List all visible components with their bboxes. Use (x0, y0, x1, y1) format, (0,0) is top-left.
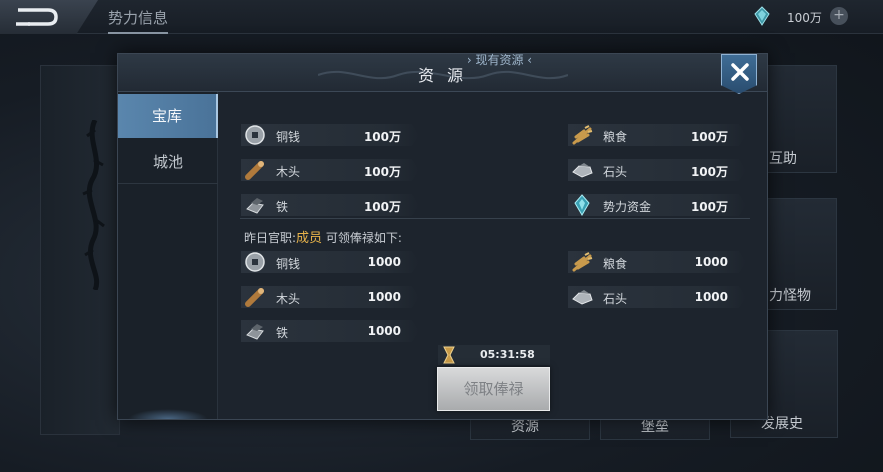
countdown-timer: 05:31:58 (480, 348, 535, 361)
wood-icon (245, 161, 264, 180)
resource-name: 石头 (603, 165, 628, 179)
salary-resource-grain: 粮食 1000 (568, 251, 746, 273)
resource-name: 势力资金 (603, 200, 652, 214)
resource-name: 铜钱 (276, 257, 301, 271)
salary-rank: 成员 (296, 231, 323, 246)
modal-sidebar: 宝库 城池 (118, 92, 218, 419)
back-button[interactable] (0, 0, 98, 34)
resource-value: 100万 (690, 130, 728, 144)
current-resource-faction-funds: 势力资金 100万 (568, 194, 746, 216)
background-vine-ornament (82, 120, 105, 290)
resource-value: 1000 (367, 290, 401, 304)
resource-value: 100万 (363, 165, 401, 179)
resource-value: 100万 (363, 130, 401, 144)
currency-amount: 100万 (787, 11, 822, 25)
salary-resource-iron: 铁 1000 (241, 320, 419, 342)
current-resource-grain: 粮食 100万 (568, 124, 746, 146)
salary-resource-stone: 石头 1000 (568, 286, 746, 308)
salary-caption-prefix: 昨日官职: (244, 231, 297, 245)
iron-icon (246, 198, 264, 214)
sidebar-glow (128, 409, 208, 419)
salary-resource-copper: 铜钱 1000 (241, 251, 419, 273)
salary-resource-wood: 木头 1000 (241, 286, 419, 308)
tab-treasury[interactable]: 宝库 (118, 94, 218, 138)
resource-value: 1000 (367, 324, 401, 338)
grain-icon (572, 252, 593, 272)
copper-coin-icon (245, 252, 265, 272)
salary-caption-suffix: 可领俸禄如下: (322, 231, 402, 245)
resource-name: 铁 (276, 200, 289, 214)
resource-value: 1000 (367, 255, 401, 269)
section-divider (240, 218, 750, 219)
hourglass-icon (443, 346, 455, 364)
page-title: 势力信息 (108, 7, 169, 34)
current-resources-title: › 现有资源 ‹ (466, 53, 533, 67)
resource-name: 木头 (276, 165, 301, 179)
resource-value: 1000 (694, 290, 728, 304)
resource-name: 粮食 (603, 130, 628, 144)
add-currency-button[interactable]: + (830, 7, 848, 25)
current-resource-stone: 石头 100万 (568, 159, 746, 181)
resource-value: 100万 (690, 200, 728, 214)
current-resource-wood: 木头 100万 (241, 159, 419, 181)
claim-salary-button[interactable]: 领取俸禄 (437, 367, 550, 411)
claim-countdown: 05:31:58 (438, 345, 550, 365)
resource-value: 100万 (363, 200, 401, 214)
background-card-mutual-aid[interactable]: 互助 (765, 65, 837, 173)
resource-value: 100万 (690, 165, 728, 179)
resource-name: 木头 (276, 292, 301, 306)
resource-name: 铜钱 (276, 130, 301, 144)
background-card-monster[interactable]: 力怪物 (765, 198, 837, 310)
salary-caption: 昨日官职:成员 可领俸禄如下: (244, 227, 402, 246)
wood-icon (245, 288, 264, 307)
current-resource-copper: 铜钱 100万 (241, 124, 419, 146)
iron-icon (246, 324, 264, 340)
resource-name: 石头 (603, 292, 628, 306)
resource-value: 1000 (694, 255, 728, 269)
resource-name: 粮食 (603, 257, 628, 271)
current-resource-iron: 铁 100万 (241, 194, 419, 216)
stone-icon (572, 163, 593, 178)
crystal-currency-icon (754, 6, 770, 26)
back-arrow-icon (16, 8, 58, 26)
tab-city[interactable]: 城池 (118, 140, 218, 184)
background-card-label: 互助 (769, 151, 797, 167)
copper-coin-icon (245, 125, 265, 145)
background-card-label: 力怪物 (769, 288, 811, 304)
resource-name: 铁 (276, 326, 289, 340)
faction-funds-icon (574, 194, 590, 216)
stone-icon (572, 290, 593, 305)
top-bar: 势力信息 100万 + (0, 0, 883, 34)
grain-icon (572, 125, 593, 145)
